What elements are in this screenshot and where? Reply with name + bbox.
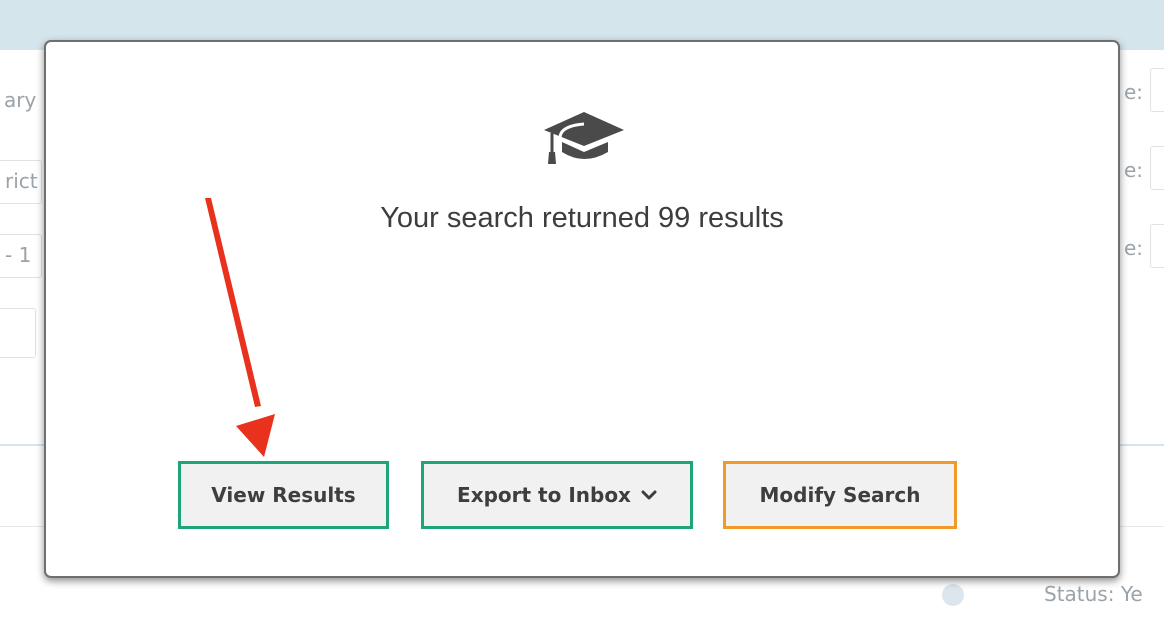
bg-field-text: - 1: [5, 243, 32, 267]
search-results-modal: Your search returned 99 results View Res…: [44, 40, 1120, 578]
modify-search-button[interactable]: Modify Search: [723, 461, 957, 529]
results-message: Your search returned 99 results: [380, 202, 784, 234]
bg-field-text: rict: [5, 169, 38, 193]
bg-label-fragment: e:: [1124, 80, 1144, 104]
bg-status-text: Status: Ye: [1044, 582, 1143, 606]
view-results-button[interactable]: View Results: [178, 461, 389, 529]
bg-right-field[interactable]: [1150, 146, 1164, 190]
bg-range-field[interactable]: - 1: [0, 234, 42, 278]
bg-label-fragment: e:: [1124, 158, 1144, 182]
bg-status-indicator: [942, 584, 964, 606]
bg-right-field[interactable]: [1150, 68, 1164, 112]
view-results-label: View Results: [211, 483, 356, 507]
bg-label-fragment: ary: [4, 88, 37, 112]
graduation-cap-icon: [544, 112, 624, 164]
bg-district-field[interactable]: rict: [0, 160, 42, 204]
bg-label-fragment: e:: [1124, 236, 1144, 260]
export-to-inbox-button[interactable]: Export to Inbox: [421, 461, 693, 529]
chevron-down-icon: [641, 489, 657, 501]
export-to-inbox-label: Export to Inbox: [457, 483, 631, 507]
modify-search-label: Modify Search: [759, 483, 921, 507]
bg-right-field[interactable]: [1150, 224, 1164, 268]
bg-input-field[interactable]: [0, 308, 36, 358]
